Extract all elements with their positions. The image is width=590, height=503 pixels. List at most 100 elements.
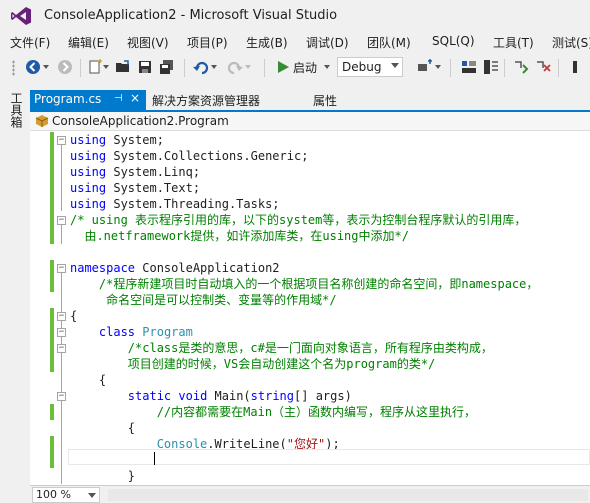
menu-test[interactable]: 测试(S)	[552, 34, 590, 51]
change-indicator	[50, 324, 54, 340]
collapse-comment-toggle[interactable]: −	[57, 344, 66, 353]
code-comment: 项目创建的时候，VS会自动创建这个名为program的类*/	[70, 357, 436, 371]
change-indicator	[50, 436, 54, 468]
menu-bar: 文件(F) 编辑(E) 视图(V) 项目(P) 生成(B) 调试(D) 团队(M…	[0, 32, 590, 52]
toolbar-separator	[80, 59, 81, 77]
code-line: class Program	[98, 325, 193, 339]
start-button-label[interactable]: 启动	[293, 59, 317, 76]
toolbar-separator	[264, 59, 265, 77]
menu-sql[interactable]: SQL(Q)	[432, 34, 475, 48]
class-view-icon[interactable]	[482, 58, 500, 76]
menu-tools[interactable]: 工具(T)	[493, 34, 534, 51]
code-line: using System.Collections.Generic;	[70, 149, 309, 163]
menu-view[interactable]: 视图(V)	[127, 34, 169, 51]
tab-program-cs[interactable]: Program.cs ⊣ ×	[30, 90, 146, 110]
editor-status-bar: 100 %	[30, 485, 590, 503]
code-line: namespace ConsoleApplication2	[70, 261, 280, 275]
visual-studio-logo-icon	[11, 7, 31, 25]
collapse-comment-toggle[interactable]: −	[57, 312, 66, 321]
fold-guide	[61, 224, 62, 244]
code-line: using System.Threading.Tasks;	[70, 197, 280, 211]
menu-file[interactable]: 文件(F)	[10, 34, 50, 51]
menu-edit[interactable]: 编辑(E)	[68, 34, 109, 51]
zoom-select[interactable]: 100 %	[32, 487, 100, 503]
menu-project[interactable]: 项目(P)	[187, 34, 228, 51]
code-line: {	[70, 421, 136, 435]
fold-guide	[61, 272, 62, 484]
menu-team[interactable]: 团队(M)	[367, 34, 411, 51]
standard-toolbar: 启动	[0, 53, 590, 81]
solution-configuration-select[interactable]: Debug	[337, 57, 403, 77]
code-line: }	[70, 469, 136, 483]
code-line: using System;	[70, 133, 164, 147]
platform-icon[interactable]	[416, 58, 434, 76]
chevron-down-icon	[391, 63, 399, 68]
save-icon[interactable]	[136, 58, 154, 76]
tab-solution-explorer[interactable]: 解决方案资源管理器	[152, 92, 260, 109]
pin-icon[interactable]: ⊣	[114, 93, 123, 104]
collapse-method-toggle[interactable]: −	[57, 392, 66, 401]
code-line: {	[70, 373, 107, 387]
collapse-using-toggle[interactable]: −	[57, 136, 66, 145]
forward-icon[interactable]	[56, 58, 74, 76]
undo-dropdown-icon[interactable]	[210, 58, 218, 76]
code-editor[interactable]: − − − − − − − using System; using System…	[30, 131, 590, 485]
redo-dropdown-icon[interactable]	[244, 58, 252, 76]
code-line: {	[70, 309, 78, 323]
tab-properties[interactable]: 属性	[313, 92, 337, 109]
code-comment: /*class是类的意思，c#是一门面向对象语言，所有程序由类构成，	[70, 341, 493, 355]
class-icon	[35, 115, 49, 127]
chevron-down-icon	[88, 493, 96, 498]
window-title: ConsoleApplication2 - Microsoft Visual S…	[44, 8, 338, 23]
clear-bookmarks-icon[interactable]	[534, 58, 552, 76]
type-dropdown-value: ConsoleApplication2.Program	[52, 114, 229, 128]
toolbar-separator	[450, 59, 451, 77]
code-comment: 命名空间是可以控制类、变量等的作用域*/	[70, 293, 337, 307]
code-comment: 由.netframework提供，如许添加库类，在using中添加*/	[70, 229, 409, 243]
save-all-icon[interactable]	[158, 58, 176, 76]
change-indicator	[50, 132, 54, 212]
menu-build[interactable]: 生成(B)	[246, 34, 288, 51]
left-dock-sidebar: 工具箱	[0, 90, 30, 503]
bookmark-icon[interactable]	[512, 58, 530, 76]
toolbar-separator	[184, 59, 185, 77]
redo-icon[interactable]	[226, 58, 244, 76]
new-project-dropdown-icon[interactable]	[102, 58, 110, 76]
undo-icon[interactable]	[192, 58, 210, 76]
close-icon[interactable]: ×	[130, 91, 140, 105]
fold-guide	[61, 144, 62, 211]
code-line: using System.Text;	[70, 181, 201, 195]
back-icon[interactable]	[24, 58, 42, 76]
tab-program-cs-label: Program.cs	[34, 92, 102, 106]
toolbar-overflow-icon[interactable]	[566, 58, 584, 76]
change-indicator	[50, 260, 54, 292]
toolbox-tab[interactable]: 工具箱	[8, 92, 25, 128]
code-line: static void Main(string[] args)	[127, 389, 352, 403]
back-dropdown-icon[interactable]	[42, 58, 50, 76]
code-comment: /* using 表示程序引用的库，以下的system等，表示为控制台程序默认的…	[70, 213, 527, 227]
code-comment: //内容都需要在Main（主）函数内编写，程序从这里执行，	[70, 405, 477, 419]
solution-explorer-icon[interactable]	[460, 58, 478, 76]
code-line: using System.Linq;	[70, 165, 201, 179]
start-debugging-icon[interactable]	[274, 58, 292, 76]
platform-dropdown-icon[interactable]	[434, 58, 442, 76]
text-caret	[154, 452, 155, 465]
open-file-icon[interactable]	[114, 58, 132, 76]
toolbar-grip[interactable]	[12, 60, 15, 76]
menu-debug[interactable]: 调试(D)	[306, 34, 349, 51]
collapse-comment-toggle[interactable]: −	[57, 216, 66, 225]
code-comment: /*程序新建项目时自动填入的一个根据项目名称创建的命名空间，即namespace…	[70, 277, 539, 291]
solution-configuration-value: Debug	[342, 60, 382, 74]
toolbar-separator	[504, 59, 505, 77]
zoom-value: 100 %	[36, 488, 71, 501]
toolbar-separator	[558, 59, 559, 77]
change-indicator	[50, 212, 54, 244]
horizontal-scrollbar[interactable]	[108, 489, 588, 501]
change-indicator	[50, 404, 54, 420]
navigation-bar[interactable]: ConsoleApplication2.Program	[30, 112, 590, 131]
change-indicator	[50, 308, 54, 324]
collapse-class-toggle[interactable]: −	[57, 328, 66, 337]
title-bar: ConsoleApplication2 - Microsoft Visual S…	[0, 0, 590, 32]
collapse-namespace-toggle[interactable]: −	[57, 264, 66, 273]
start-dropdown-icon[interactable]	[323, 58, 331, 76]
